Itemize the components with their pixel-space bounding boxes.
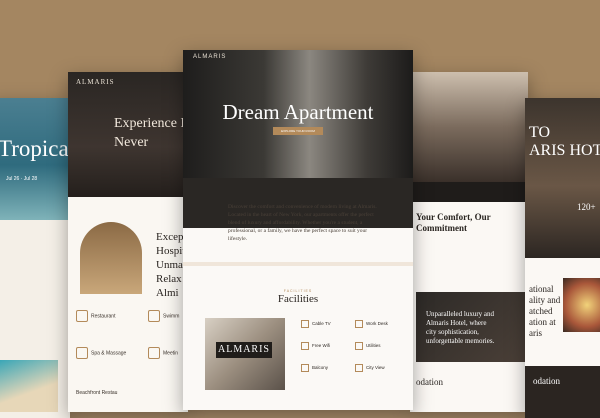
building-photo — [410, 72, 528, 182]
restaurant-icon — [76, 310, 88, 322]
hero-banner: ALMARIS Dream Apartment EXPLORE YOUR ROO… — [183, 50, 413, 178]
facility-item: Free Wifi — [301, 342, 330, 350]
brand-logo: ALMARIS — [76, 78, 115, 86]
wifi-icon — [301, 342, 309, 350]
meeting-icon — [148, 347, 160, 359]
spa-icon — [76, 347, 88, 359]
tv-icon — [301, 320, 309, 328]
balcony-icon — [301, 364, 309, 372]
footer-text: Beachfront Restau — [76, 390, 118, 396]
city-view-icon — [355, 364, 363, 372]
service-item: Restaurant — [76, 310, 115, 322]
brand-logo: ALMARIS — [193, 54, 227, 60]
facility-item: Work Desk — [355, 320, 388, 328]
hero-banner: Tropica Jul 26 · Jul 28 — [0, 98, 70, 220]
facility-item: Balcony — [301, 364, 328, 372]
stats-bar — [410, 182, 528, 202]
footer-panel: odation — [525, 366, 600, 418]
service-item: Spa & Massage — [76, 347, 126, 359]
facility-item: Cable TV — [301, 320, 331, 328]
hero-title: Dream Apartment — [222, 100, 374, 124]
almaris-logo: ALMARIS — [216, 342, 272, 358]
hotel-template-preview-aris-hotel[interactable]: TO ARIS HOTEL 120+ ational ality and atc… — [525, 98, 600, 418]
stat-badge: 120+ — [577, 202, 596, 212]
pool-icon — [148, 310, 160, 322]
divider — [183, 262, 413, 266]
utilities-icon — [355, 342, 363, 350]
hero-title: Tropica — [0, 136, 69, 161]
hotel-template-preview-dream-apartment[interactable]: ALMARIS Dream Apartment EXPLORE YOUR ROO… — [183, 50, 413, 410]
hero-title: Experience H Never — [114, 116, 188, 150]
facility-item: City View — [355, 364, 385, 372]
footer-heading: odation — [416, 377, 443, 387]
explore-room-button[interactable]: EXPLORE YOUR ROOM — [273, 127, 323, 135]
intro-text: Discover the comfort and convenience of … — [228, 204, 377, 242]
section-heading: Your Comfort, Our Commitment — [416, 212, 491, 233]
hero-banner: TO ARIS HOTEL 120+ — [525, 98, 600, 258]
facility-item: Utilities — [355, 342, 381, 350]
service-item: Swimm — [148, 310, 179, 322]
desk-icon — [355, 320, 363, 328]
hero-banner: ALMARIS Experience H Never — [68, 72, 188, 197]
feature-text: Unparalleled luxury and Almaris Hotel, w… — [426, 310, 495, 345]
flower-photo — [563, 278, 600, 332]
section-text: ational ality and atched ation at aris — [529, 284, 561, 338]
lobby-photo — [80, 222, 142, 294]
beach-photo — [0, 360, 58, 412]
hero-title: TO ARIS HOTEL — [529, 124, 600, 159]
service-item: Meetin — [148, 347, 178, 359]
feature-panel: Unparalleled luxury and Almaris Hotel, w… — [416, 292, 526, 362]
hotel-template-preview-experience[interactable]: ALMARIS Experience H Never Excep Hospita… — [68, 72, 188, 412]
hotel-template-preview-commitment[interactable]: Your Comfort, Our Commitment Unparallele… — [410, 72, 528, 412]
hotel-template-preview-tropical[interactable]: Tropica Jul 26 · Jul 28 — [0, 98, 70, 418]
footer-heading: odation — [533, 376, 560, 386]
facilities-title: Facilities — [277, 293, 319, 305]
hero-dates: Jul 26 · Jul 28 — [6, 176, 38, 182]
